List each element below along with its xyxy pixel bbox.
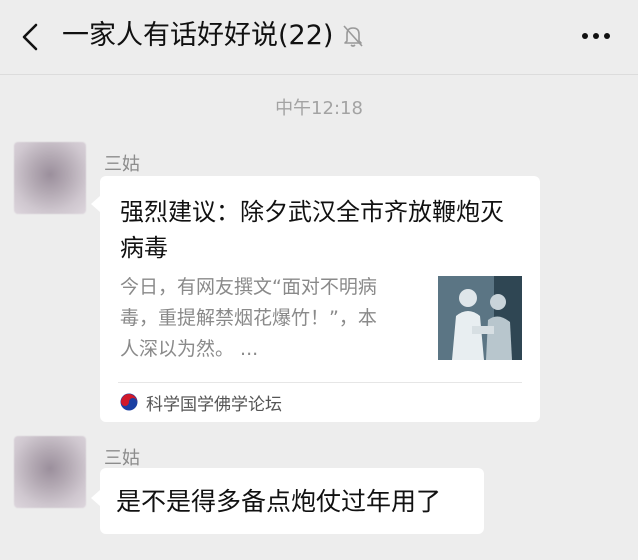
bubble-tail xyxy=(91,196,100,212)
thumbnail-image-icon xyxy=(438,276,522,360)
message-text: 是不是得多备点炮仗过年用了 xyxy=(116,487,442,516)
bell-muted-icon xyxy=(343,25,363,47)
card-divider xyxy=(118,382,522,383)
avatar[interactable] xyxy=(14,142,86,214)
card-thumbnail xyxy=(438,276,522,360)
card-description: 今日，有网友撰文“面对不明病毒，重提解禁烟花爆竹！”，本人深以为然。 ... xyxy=(120,276,377,360)
more-dots-icon[interactable] xyxy=(580,26,612,46)
sender-name: 三姑 xyxy=(104,448,140,469)
message-bubble[interactable]: 是不是得多备点炮仗过年用了 xyxy=(100,468,484,534)
chat-title: 一家人有话好好说(22) xyxy=(62,20,334,51)
chevron-left-icon[interactable] xyxy=(18,22,42,52)
link-card[interactable]: 强烈建议：除夕武汉全市齐放鞭炮灭病毒 今日，有网友撰文“面对不明病毒，重提解禁烟… xyxy=(100,176,540,422)
card-source-name: 科学国学佛学论坛 xyxy=(146,395,282,415)
chat-header: 一家人有话好好说(22) xyxy=(0,0,638,75)
message-timestamp: 中午12:18 xyxy=(275,98,363,119)
bubble-tail xyxy=(91,490,100,506)
sender-name: 三姑 xyxy=(104,154,140,175)
card-title: 强烈建议：除夕武汉全市齐放鞭炮灭病毒 xyxy=(120,198,504,262)
source-logo-icon xyxy=(120,393,138,411)
avatar[interactable] xyxy=(14,436,86,508)
